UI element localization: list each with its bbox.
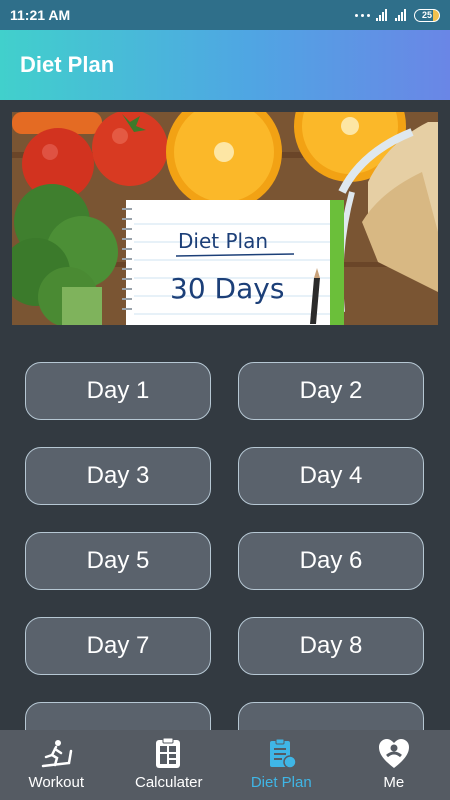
day-button[interactable]: Day 5 <box>25 532 211 590</box>
notification-dots-icon <box>355 13 370 17</box>
day-button[interactable]: Day 6 <box>238 532 424 590</box>
banner-subtitle: 30 Days <box>170 272 284 305</box>
day-button[interactable] <box>238 702 424 730</box>
signal-icon <box>376 9 387 21</box>
day-button[interactable]: Day 1 <box>25 362 211 420</box>
page-title: Diet Plan <box>20 52 115 77</box>
status-bar: 11:21 AM 25 <box>0 0 450 30</box>
nav-item-me[interactable]: Me <box>338 730 450 800</box>
treadmill-icon <box>39 738 73 770</box>
day-button[interactable]: Day 7 <box>25 617 211 675</box>
app-bar: Diet Plan <box>0 30 450 100</box>
day-button[interactable]: Day 2 <box>238 362 424 420</box>
nav-label-me: Me <box>383 774 405 791</box>
signal-icon-2 <box>395 9 406 21</box>
day-button[interactable] <box>25 702 211 730</box>
banner-image: Diet Plan 30 Days <box>12 112 438 325</box>
bottom-nav: Workout Calculater Diet Plan Me <box>0 730 450 800</box>
day-button[interactable]: Day 3 <box>25 447 211 505</box>
day-grid: Day 1 Day 2 Day 3 Day 4 Day 5 Day 6 Day … <box>0 340 450 730</box>
profile-heart-icon <box>377 738 411 770</box>
nav-item-diet-plan[interactable]: Diet Plan <box>225 730 338 800</box>
nav-label-workout: Workout <box>28 774 85 791</box>
nav-label-calculator: Calculater <box>134 774 203 791</box>
banner-title: Diet Plan <box>178 229 268 253</box>
status-icons: 25 <box>355 8 440 22</box>
nav-label-diet-plan: Diet Plan <box>250 774 312 791</box>
day-button[interactable]: Day 8 <box>238 617 424 675</box>
nav-item-calculator[interactable]: Calculater <box>113 730 226 800</box>
diet-plan-icon <box>264 738 298 770</box>
nav-item-workout[interactable]: Workout <box>0 730 113 800</box>
day-button[interactable]: Day 4 <box>238 447 424 505</box>
status-time: 11:21 AM <box>10 7 71 23</box>
calculator-icon <box>152 738 186 770</box>
battery-icon: 25 <box>414 8 440 22</box>
